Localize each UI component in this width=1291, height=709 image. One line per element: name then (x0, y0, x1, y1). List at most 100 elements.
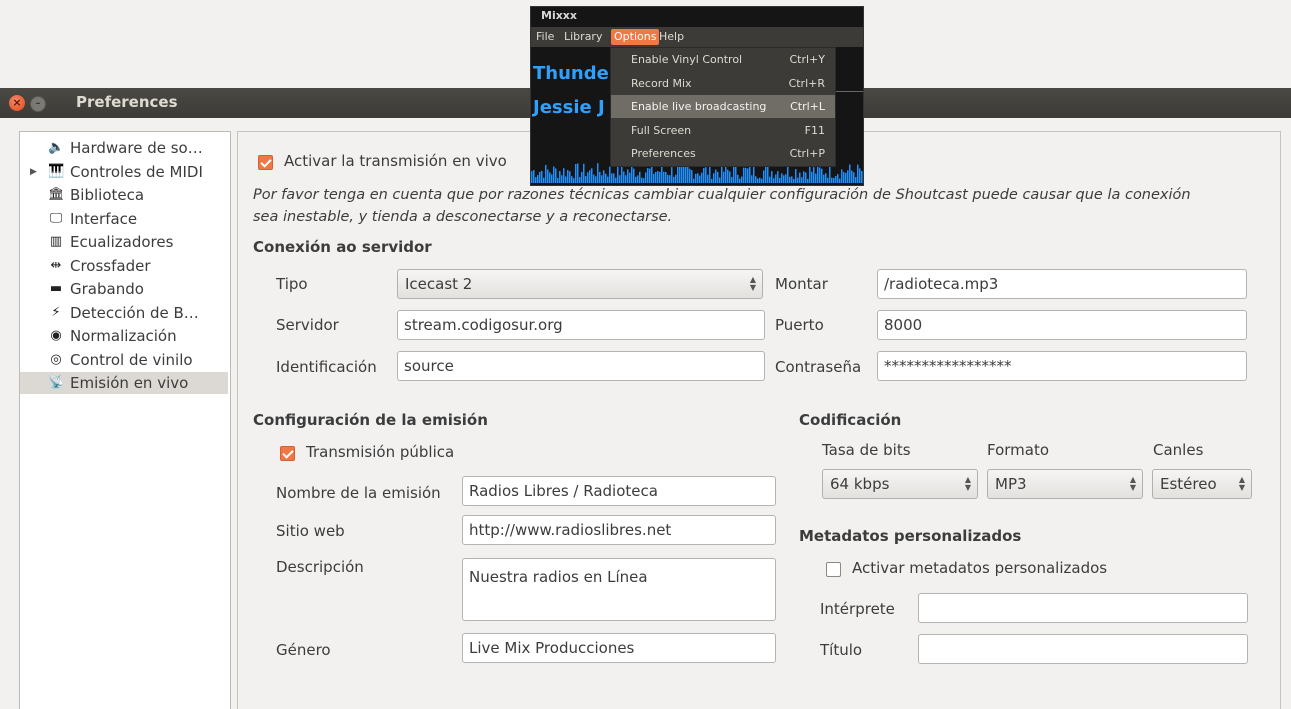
waveform-bar (779, 177, 781, 183)
mixxx-window-title: Mixxx (541, 9, 578, 22)
waveform-bar (565, 176, 567, 183)
enable-live-broadcast-checkbox[interactable] (258, 155, 273, 170)
website-input[interactable]: http://www.radioslibres.net (462, 515, 776, 545)
waveform-bar (539, 171, 541, 183)
waveform-bar (853, 172, 855, 183)
waveform-bar (537, 175, 539, 183)
waveform-bar (559, 171, 561, 183)
sidebar-item-emisi-n-en-vivo[interactable]: 📡 Emisión en vivo (20, 372, 228, 394)
server-input[interactable]: stream.codigosur.org (397, 310, 765, 340)
waveform-bar (633, 168, 635, 183)
port-input[interactable]: 8000 (877, 310, 1247, 340)
sidebar-item-normalizaci-n[interactable]: ◉ Normalización (20, 325, 228, 347)
sidebar-item-interface[interactable]: 🖵 Interface (20, 208, 228, 230)
menu-item-full-screen[interactable]: Full Screen F11 (611, 119, 835, 142)
channels-combo[interactable]: Estéreo ▲ ▼ (1152, 469, 1252, 499)
sidebar-item-hardware-de-so[interactable]: 🔈 Hardware de so… (20, 137, 228, 159)
description-textarea[interactable]: Nuestra radios en Línea (462, 558, 776, 621)
stream-settings-heading: Configuración de la emisión (253, 411, 488, 429)
mixxx-menubar: File Library Options Help (531, 27, 863, 47)
sidebar-item-crossfader[interactable]: ⇹ Crossfader (20, 255, 228, 277)
waveform-bar (811, 171, 813, 183)
waveform-bar (557, 177, 559, 183)
waveform-bar (833, 177, 835, 183)
waveform-bar (665, 171, 667, 183)
waveform-bar (719, 177, 721, 183)
waveform-bar (789, 176, 791, 183)
menu-item-record-mix[interactable]: Record Mix Ctrl+R (611, 72, 835, 95)
menu-help[interactable]: Help (656, 29, 687, 45)
waveform-bar (711, 178, 713, 183)
login-input[interactable]: source (397, 351, 765, 381)
server-label: Servidor (276, 316, 339, 334)
waveform-bar (821, 168, 823, 183)
waveform-bar (775, 174, 777, 183)
menu-item-enable-live-broadcasting[interactable]: Enable live broadcasting Ctrl+L (611, 95, 835, 118)
sidebar-item-detecci-n-de-b[interactable]: ⚡ Detección de B… (20, 302, 228, 324)
login-label: Identificación (276, 358, 377, 376)
enable-custom-metadata-checkbox[interactable] (826, 562, 841, 577)
sidebar-item-control-de-vinilo[interactable]: ◎ Control de vinilo (20, 349, 228, 371)
public-stream-checkbox[interactable] (280, 446, 295, 461)
waveform-bar (835, 176, 837, 183)
menu-options[interactable]: Options (611, 29, 660, 45)
waveform-bar (797, 177, 799, 183)
sidebar-item-grabando[interactable]: ▬ Grabando (20, 278, 228, 300)
waveform-bar (787, 166, 789, 183)
artist-input[interactable] (918, 593, 1248, 623)
normalize-icon: ◉ (50, 328, 62, 343)
password-input[interactable]: ***************** (877, 351, 1247, 381)
format-combo[interactable]: MP3 ▲ ▼ (987, 469, 1143, 499)
menu-item-label: Record Mix (631, 76, 692, 90)
stream-name-input[interactable]: Radios Libres / Radioteca (462, 476, 776, 506)
public-stream-label[interactable]: Transmisión pública (306, 443, 454, 461)
menu-library[interactable]: Library (561, 29, 605, 45)
waveform-bar (639, 171, 641, 183)
menu-item-enable-vinyl-control[interactable]: Enable Vinyl Control Ctrl+Y (611, 48, 835, 71)
waveform-bar (707, 174, 709, 183)
close-window-button[interactable]: × (9, 95, 25, 111)
menu-item-label: Enable live broadcasting (631, 100, 767, 113)
waveform-bar (611, 173, 613, 183)
bitrate-combo[interactable]: 64 kbps ▲ ▼ (822, 469, 978, 499)
waveform-bar (831, 177, 833, 183)
waveform-bar (839, 178, 841, 183)
genre-input[interactable]: Live Mix Producciones (462, 633, 776, 663)
waveform-bar (621, 164, 623, 183)
sidebar-item-label: Grabando (70, 280, 144, 298)
sidebar-item-controles-de-midi[interactable]: ▶ 🎹 Controles de MIDI (20, 161, 228, 183)
mount-input[interactable]: /radioteca.mp3 (877, 269, 1247, 299)
channels-value: Estéreo (1160, 475, 1217, 493)
sidebar-item-ecualizadores[interactable]: ▥ Ecualizadores (20, 231, 228, 253)
title-input[interactable] (918, 634, 1248, 664)
menu-item-preferences[interactable]: Preferences Ctrl+P (611, 142, 835, 165)
website-label: Sitio web (276, 522, 345, 540)
waveform-bar (827, 177, 829, 183)
close-icon: × (12, 96, 22, 109)
live-broadcast-panel: Activar la transmisión en vivo Por favor… (237, 131, 1281, 709)
equalizer-icon: ▥ (49, 234, 63, 249)
server-type-combo[interactable]: Icecast 2 ▲ ▼ (397, 269, 763, 299)
waveform-bar (733, 166, 735, 183)
menu-file[interactable]: File (533, 29, 557, 45)
waveform-bar (731, 176, 733, 183)
waveform-bar (857, 164, 859, 183)
enable-custom-metadata-label[interactable]: Activar metadatos personalizados (852, 559, 1107, 577)
sidebar-item-biblioteca[interactable]: 🏛 Biblioteca (20, 184, 228, 206)
waveform-bar (583, 163, 585, 183)
sidebar-item-label: Detección de B… (70, 303, 199, 322)
waveform-bar (677, 166, 679, 183)
waveform-bar (659, 171, 661, 183)
expander-arrow-icon[interactable]: ▶ (30, 161, 37, 183)
enable-live-broadcast-label[interactable]: Activar la transmisión en vivo (284, 152, 507, 170)
menu-item-label: Enable Vinyl Control (631, 53, 743, 66)
waveform-bar (771, 171, 773, 183)
waveform-bar (803, 171, 805, 183)
waveform-bar (599, 171, 601, 183)
waveform-bar (631, 166, 633, 183)
waveform-bar (773, 178, 775, 183)
waveform-bar (635, 176, 637, 183)
waveform-bar (597, 163, 599, 183)
minimize-window-button[interactable]: – (30, 96, 46, 112)
sidebar-item-label: Controles de MIDI (70, 162, 203, 181)
